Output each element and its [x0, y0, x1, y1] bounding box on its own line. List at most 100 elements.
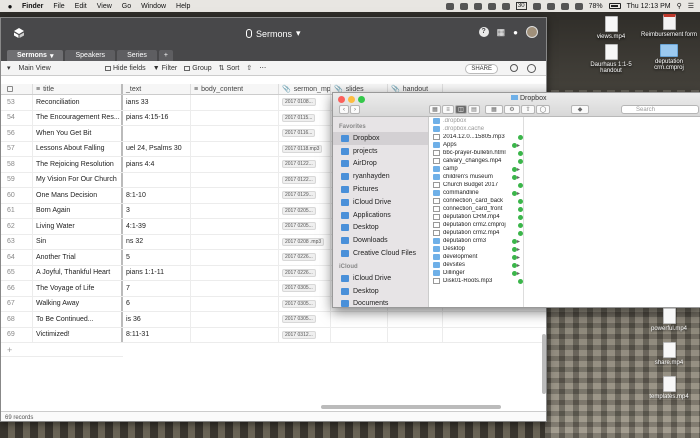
timemachine-tray-icon[interactable]: [532, 2, 541, 10]
cell-sermon-mp3[interactable]: 2017 0226...: [279, 250, 331, 265]
wifi-tray-icon[interactable]: [560, 2, 569, 10]
cell-text[interactable]: pians 1:1-11: [123, 265, 191, 280]
cell-text[interactable]: 7: [123, 281, 191, 296]
attachment-chip[interactable]: 2017 0118.mp3: [282, 144, 323, 153]
cell-text[interactable]: 8:1-10: [123, 188, 191, 203]
zoom-button[interactable]: [358, 96, 365, 103]
cell-sermon-mp3[interactable]: 2017 0122...: [279, 157, 331, 172]
cell-body-content[interactable]: [191, 296, 279, 311]
vertical-scrollbar[interactable]: [542, 334, 546, 394]
base-title[interactable]: Sermons ▾: [246, 28, 301, 39]
finder-file-item[interactable]: connection_card_front: [429, 205, 523, 213]
attachment-chip[interactable]: 2017 0305...: [282, 284, 316, 293]
tag-icon[interactable]: ◯: [536, 105, 550, 114]
finder-file-item[interactable]: Church Budget 2017: [429, 181, 523, 189]
minimize-button[interactable]: [348, 96, 355, 103]
group-button[interactable]: Group: [184, 65, 212, 72]
sidebar-item-pictures[interactable]: Pictures: [333, 183, 428, 196]
table-row[interactable]: 68 To Be Continued... is 36 2017 0305...: [1, 312, 546, 328]
attachment-chip[interactable]: 2017 0208 .mp3: [282, 237, 325, 246]
cell-sermon-mp3[interactable]: 2017 0122...: [279, 172, 331, 187]
desktop-icon-file[interactable]: views.mp4: [582, 16, 640, 40]
cell-title[interactable]: One Mans Decision: [33, 188, 123, 203]
cell-sermon-mp3[interactable]: 2017 0305...: [279, 312, 331, 327]
tab-speakers[interactable]: Speakers: [65, 50, 116, 61]
calendar-tray-icon[interactable]: [501, 2, 510, 10]
desktop-icon-file[interactable]: Daurhaus 1:1-5 handout: [582, 44, 640, 74]
cell-title[interactable]: Born Again: [33, 203, 123, 218]
bell-icon[interactable]: ●: [513, 28, 518, 37]
app-tray-icon[interactable]: [473, 2, 482, 10]
desktop-icon-file[interactable]: powerful.mp4: [640, 308, 698, 332]
column-header-text[interactable]: _text: [123, 84, 191, 94]
finder-file-item[interactable]: camp ▸: [429, 165, 523, 173]
cell-text[interactable]: is 36: [123, 312, 191, 327]
cell-body-content[interactable]: [191, 157, 279, 172]
attachment-chip[interactable]: 2017 0205...: [282, 206, 316, 215]
cell-body-content[interactable]: [191, 141, 279, 156]
cell-title[interactable]: Another Trial: [33, 250, 123, 265]
desktop-icon-file[interactable]: templates.mp4: [640, 376, 698, 400]
share-button[interactable]: SHARE: [465, 64, 498, 74]
cell-title[interactable]: Reconciliation: [33, 95, 123, 110]
cell-body-content[interactable]: [191, 234, 279, 249]
cloud-tray-icon[interactable]: [459, 2, 468, 10]
more-button[interactable]: ⋯: [259, 64, 266, 72]
dropbox-menu-icon[interactable]: ◆: [571, 105, 589, 114]
cell-sermon-mp3[interactable]: 2017 0205...: [279, 219, 331, 234]
column-header-title[interactable]: ≡ title: [33, 84, 123, 94]
cell-slides[interactable]: [331, 327, 388, 342]
cell-handout[interactable]: [388, 312, 443, 327]
desktop-icon-file[interactable]: deputation crm.cmproj: [640, 44, 698, 71]
desktop-icon-file[interactable]: share.mp4: [640, 342, 698, 366]
share-icon[interactable]: ⇧: [521, 105, 535, 114]
menu-help[interactable]: Help: [176, 3, 190, 10]
cell-body-content[interactable]: [191, 95, 279, 110]
battery-icon[interactable]: [608, 3, 621, 9]
cell-title[interactable]: The Encouragement Res...: [33, 110, 123, 125]
cell-sermon-mp3[interactable]: 2017 0116...: [279, 126, 331, 141]
attachment-chip[interactable]: 2017 0129...: [282, 191, 316, 200]
cell-body-content[interactable]: [191, 203, 279, 218]
cell-title[interactable]: The Rejoicing Resolution: [33, 157, 123, 172]
attachment-chip[interactable]: 2017 0122...: [282, 175, 316, 184]
menu-finder[interactable]: Finder: [22, 3, 43, 10]
cell-text[interactable]: 3: [123, 203, 191, 218]
cell-text[interactable]: pians 4:4: [123, 157, 191, 172]
cell-title[interactable]: Victimized!: [33, 327, 123, 342]
finder-file-item[interactable]: 2014.12.0...15805.mp3: [429, 133, 523, 141]
export-button[interactable]: ⇧: [246, 64, 252, 72]
menu-go[interactable]: Go: [122, 3, 131, 10]
cell-title[interactable]: Living Water: [33, 219, 123, 234]
cell-text[interactable]: pians 4:15-16: [123, 110, 191, 125]
cell-sermon-mp3[interactable]: 2017 0108...: [279, 95, 331, 110]
select-all-checkbox[interactable]: [1, 84, 33, 94]
finder-file-item[interactable]: children's museum ▸: [429, 173, 523, 181]
cell-title[interactable]: To Be Continued...: [33, 312, 123, 327]
cell-empty[interactable]: [443, 328, 546, 343]
cell-sermon-mp3[interactable]: 2017 0312...: [279, 327, 331, 342]
cell-empty[interactable]: [443, 312, 546, 327]
app-tray-icon[interactable]: [487, 2, 496, 10]
cell-sermon-mp3[interactable]: 2017 0208 .mp3: [279, 234, 331, 249]
cell-title[interactable]: When You Get Bit: [33, 126, 123, 141]
cell-sermon-mp3[interactable]: 2017 0115...: [279, 110, 331, 125]
cell-body-content[interactable]: [191, 219, 279, 234]
filter-button[interactable]: ▼ Filter: [153, 65, 178, 72]
cell-sermon-mp3[interactable]: 2017 0305...: [279, 296, 331, 311]
column-view-button[interactable]: ◫: [455, 105, 467, 114]
finder-file-item[interactable]: Apps ▸: [429, 141, 523, 149]
add-table-button[interactable]: +: [158, 50, 173, 61]
cell-body-content[interactable]: [191, 126, 279, 141]
forward-button[interactable]: ›: [350, 105, 360, 114]
menu-window[interactable]: Window: [141, 3, 166, 10]
tab-series[interactable]: Series: [117, 50, 157, 61]
attachment-chip[interactable]: 2017 0226...: [282, 253, 316, 262]
cell-title[interactable]: Walking Away: [33, 296, 123, 311]
finder-file-item[interactable]: deputation CRM.mp4: [429, 213, 523, 221]
dropbox-tray-icon[interactable]: [445, 2, 454, 10]
table-row[interactable]: 69 Victimized! 8:11-31 2017 0312...: [1, 327, 546, 343]
attachment-chip[interactable]: 2017 0205...: [282, 222, 316, 231]
finder-file-item[interactable]: calvary_changes.mp4: [429, 157, 523, 165]
cell-title[interactable]: My Vision For Our Church: [33, 172, 123, 187]
